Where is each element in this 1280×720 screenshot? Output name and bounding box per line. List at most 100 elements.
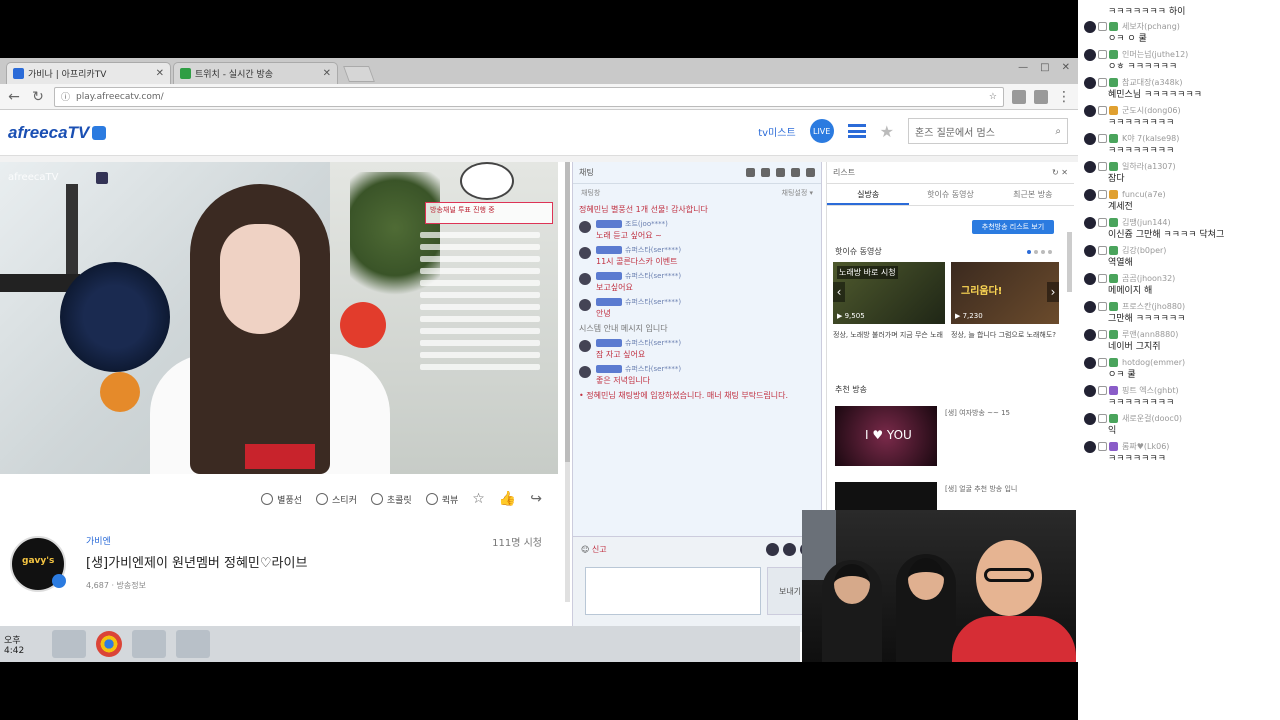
- tab-afreeca[interactable]: 가비나 | 아프리카TV ✕: [6, 62, 171, 84]
- chat-message: 슈퍼스타(ser****) 안녕: [579, 297, 815, 319]
- chevron-right-icon[interactable]: ›: [1047, 282, 1059, 302]
- tab-live[interactable]: 실방송: [827, 184, 910, 205]
- broadcast-thumbnail[interactable]: I ♥ YOU: [835, 406, 937, 466]
- afreeca-logo[interactable]: afreecaTV: [8, 123, 107, 143]
- sticker-button[interactable]: 스티커: [316, 493, 357, 506]
- chat-username[interactable]: 곰곰(jhoon32): [1122, 273, 1175, 284]
- folder-icon[interactable]: [132, 630, 166, 658]
- scrollbar-thumb[interactable]: [565, 162, 570, 462]
- chat-username-row[interactable]: 조트(joo****): [596, 219, 668, 230]
- chat-username[interactable]: funcu(a7e): [1122, 190, 1166, 199]
- chat-username[interactable]: 세보자(pchang): [1122, 21, 1180, 32]
- overlay-line: [420, 364, 540, 370]
- chat-username[interactable]: 인머는넘(juthe12): [1122, 49, 1188, 60]
- url-input[interactable]: ⓘ play.afreecatv.com/ ☆: [54, 86, 1004, 107]
- menu-dots-icon[interactable]: ⋮: [1056, 89, 1072, 105]
- video-title[interactable]: 정상, 늘 합니다 그럼으로 노래해도?: [951, 330, 1059, 340]
- chat-input[interactable]: [585, 567, 761, 615]
- chocolate-button[interactable]: 초콜릿: [370, 493, 412, 506]
- refresh-icon[interactable]: ↻ ✕: [1052, 168, 1068, 177]
- chat-username-row[interactable]: 슈퍼스타(ser****): [596, 271, 681, 282]
- tab-hot-video[interactable]: 핫이슈 동영상: [909, 184, 991, 205]
- favorite-star-icon[interactable]: ☆: [472, 491, 485, 507]
- chat-tool-icon[interactable]: [783, 542, 796, 556]
- extension-icon[interactable]: [1034, 89, 1048, 104]
- chat-username-row[interactable]: 슈퍼스타(ser****): [596, 364, 681, 375]
- chat-username[interactable]: K야 7(kalse98): [1122, 133, 1179, 144]
- carousel-dot[interactable]: [1034, 250, 1038, 254]
- back-arrow-icon[interactable]: ←: [6, 89, 22, 105]
- chat-username-row[interactable]: 슈퍼스타(ser****): [596, 297, 681, 308]
- carousel-dot[interactable]: [1048, 250, 1052, 254]
- chat-username[interactable]: hotdog(emmer): [1122, 358, 1185, 367]
- tab-recent[interactable]: 최근본 방송: [992, 184, 1074, 205]
- close-window-button[interactable]: ✕: [1062, 62, 1070, 73]
- bj-name[interactable]: 가비엔: [86, 534, 111, 547]
- minimize-button[interactable]: —: [1018, 62, 1028, 73]
- chrome-icon[interactable]: [96, 631, 122, 657]
- close-icon[interactable]: ✕: [323, 68, 331, 79]
- video-player[interactable]: 방송채널 투표 진행 중 afreecaTV: [0, 162, 558, 474]
- scrollbar[interactable]: [1067, 232, 1072, 292]
- chat-username[interactable]: 김땡(jun144): [1122, 217, 1171, 228]
- tab-label: 가비나 | 아프리카TV: [28, 70, 107, 80]
- section-title: 추천 방송: [835, 385, 867, 394]
- maximize-button[interactable]: □: [1040, 62, 1049, 73]
- video-thumbnail[interactable]: 그리움다! ▶ 7,230 ›: [951, 262, 1059, 324]
- chat-username[interactable]: 프로스칸(jho880): [1122, 301, 1185, 312]
- like-thumb-icon[interactable]: 👍: [499, 491, 516, 507]
- recommend-list-button[interactable]: 추천방송 리스트 보기: [972, 220, 1054, 234]
- broadcast-thumbnail[interactable]: [835, 482, 937, 512]
- chat-username[interactable]: 김강(b0per): [1122, 245, 1166, 256]
- reload-icon[interactable]: ↻: [30, 89, 46, 105]
- quickview-button[interactable]: 퀵뷰: [425, 493, 458, 506]
- chat-username[interactable]: 롬짜♥(Lk06): [1122, 441, 1169, 452]
- favorite-star-icon[interactable]: ★: [880, 122, 894, 141]
- chat-message: 프로스칸(jho880) 그만해 ㅋㅋㅋㅋㅋㅋ: [1084, 300, 1274, 325]
- new-tab-button[interactable]: [343, 66, 375, 82]
- player-info-icon[interactable]: [96, 172, 108, 184]
- search-input[interactable]: 혼즈 질문에서 멈스 ⌕: [908, 118, 1068, 144]
- page-info-icon[interactable]: ⓘ: [61, 90, 70, 103]
- hamburger-menu-icon[interactable]: [847, 124, 866, 138]
- star-balloon-button[interactable]: 별풍선: [261, 493, 302, 506]
- chat-option-icon[interactable]: [761, 168, 770, 177]
- carousel-dot[interactable]: [1027, 250, 1031, 254]
- bookmark-star-icon[interactable]: ☆: [989, 92, 997, 102]
- chat-username[interactable]: 새로운걸(dooc0): [1122, 413, 1182, 424]
- extension-icon[interactable]: [1012, 89, 1026, 104]
- avatar[interactable]: gavy's: [10, 536, 66, 592]
- chat-settings-dropdown[interactable]: 채팅설정 ▾: [782, 188, 814, 198]
- emoticon-icon[interactable]: ☺ 신고: [581, 544, 607, 555]
- chat-username-row[interactable]: 슈퍼스타(ser****): [596, 245, 681, 256]
- app-icon[interactable]: [176, 630, 210, 658]
- chat-username[interactable]: 루앤(ann8880): [1122, 329, 1178, 340]
- carousel-dot[interactable]: [1041, 250, 1045, 254]
- settings-gear-icon[interactable]: [791, 168, 800, 177]
- close-icon[interactable]: ✕: [156, 68, 164, 79]
- tab-twitch[interactable]: 트위치 - 실시간 방송 ✕: [173, 62, 338, 84]
- user-avatar-icon: [1084, 356, 1096, 369]
- share-icon[interactable]: ↪: [530, 491, 542, 507]
- broadcast-title[interactable]: [생] 여자방송 ~~ 15: [945, 408, 1010, 418]
- chevron-left-icon[interactable]: ‹: [833, 282, 845, 302]
- chat-username[interactable]: 일하라(a1307): [1122, 161, 1176, 172]
- chat-option-icon[interactable]: [746, 168, 755, 177]
- explorer-icon[interactable]: [52, 630, 86, 658]
- chat-username[interactable]: 핑트 엑스(ghbt): [1122, 385, 1179, 396]
- video-title[interactable]: 정상, 노래방 불러가며 지금 무슨 노래: [833, 330, 945, 340]
- live-badge[interactable]: LIVE: [809, 119, 834, 143]
- chat-username[interactable]: 군도시(dong06): [1122, 105, 1181, 116]
- chat-username[interactable]: 참교대장(a348k): [1122, 77, 1183, 88]
- chat-message: 슈퍼스타(ser****) 보고싶어요: [579, 271, 815, 293]
- scrollbar[interactable]: [565, 162, 570, 602]
- report-button[interactable]: 신고: [592, 545, 607, 554]
- video-thumbnail[interactable]: 노래방 바로 시청 ▶ 9,505 ‹: [833, 262, 945, 324]
- tv-list-link[interactable]: tv미스트: [758, 124, 795, 139]
- chat-option-icon[interactable]: [776, 168, 785, 177]
- search-icon[interactable]: ⌕: [1055, 126, 1061, 137]
- chat-username-row[interactable]: 슈퍼스타(ser****): [596, 338, 681, 349]
- chat-tool-icon[interactable]: [766, 542, 779, 556]
- broadcast-title[interactable]: [생] 얼굴 추천 방송 입니: [945, 484, 1017, 494]
- close-icon[interactable]: [806, 168, 815, 177]
